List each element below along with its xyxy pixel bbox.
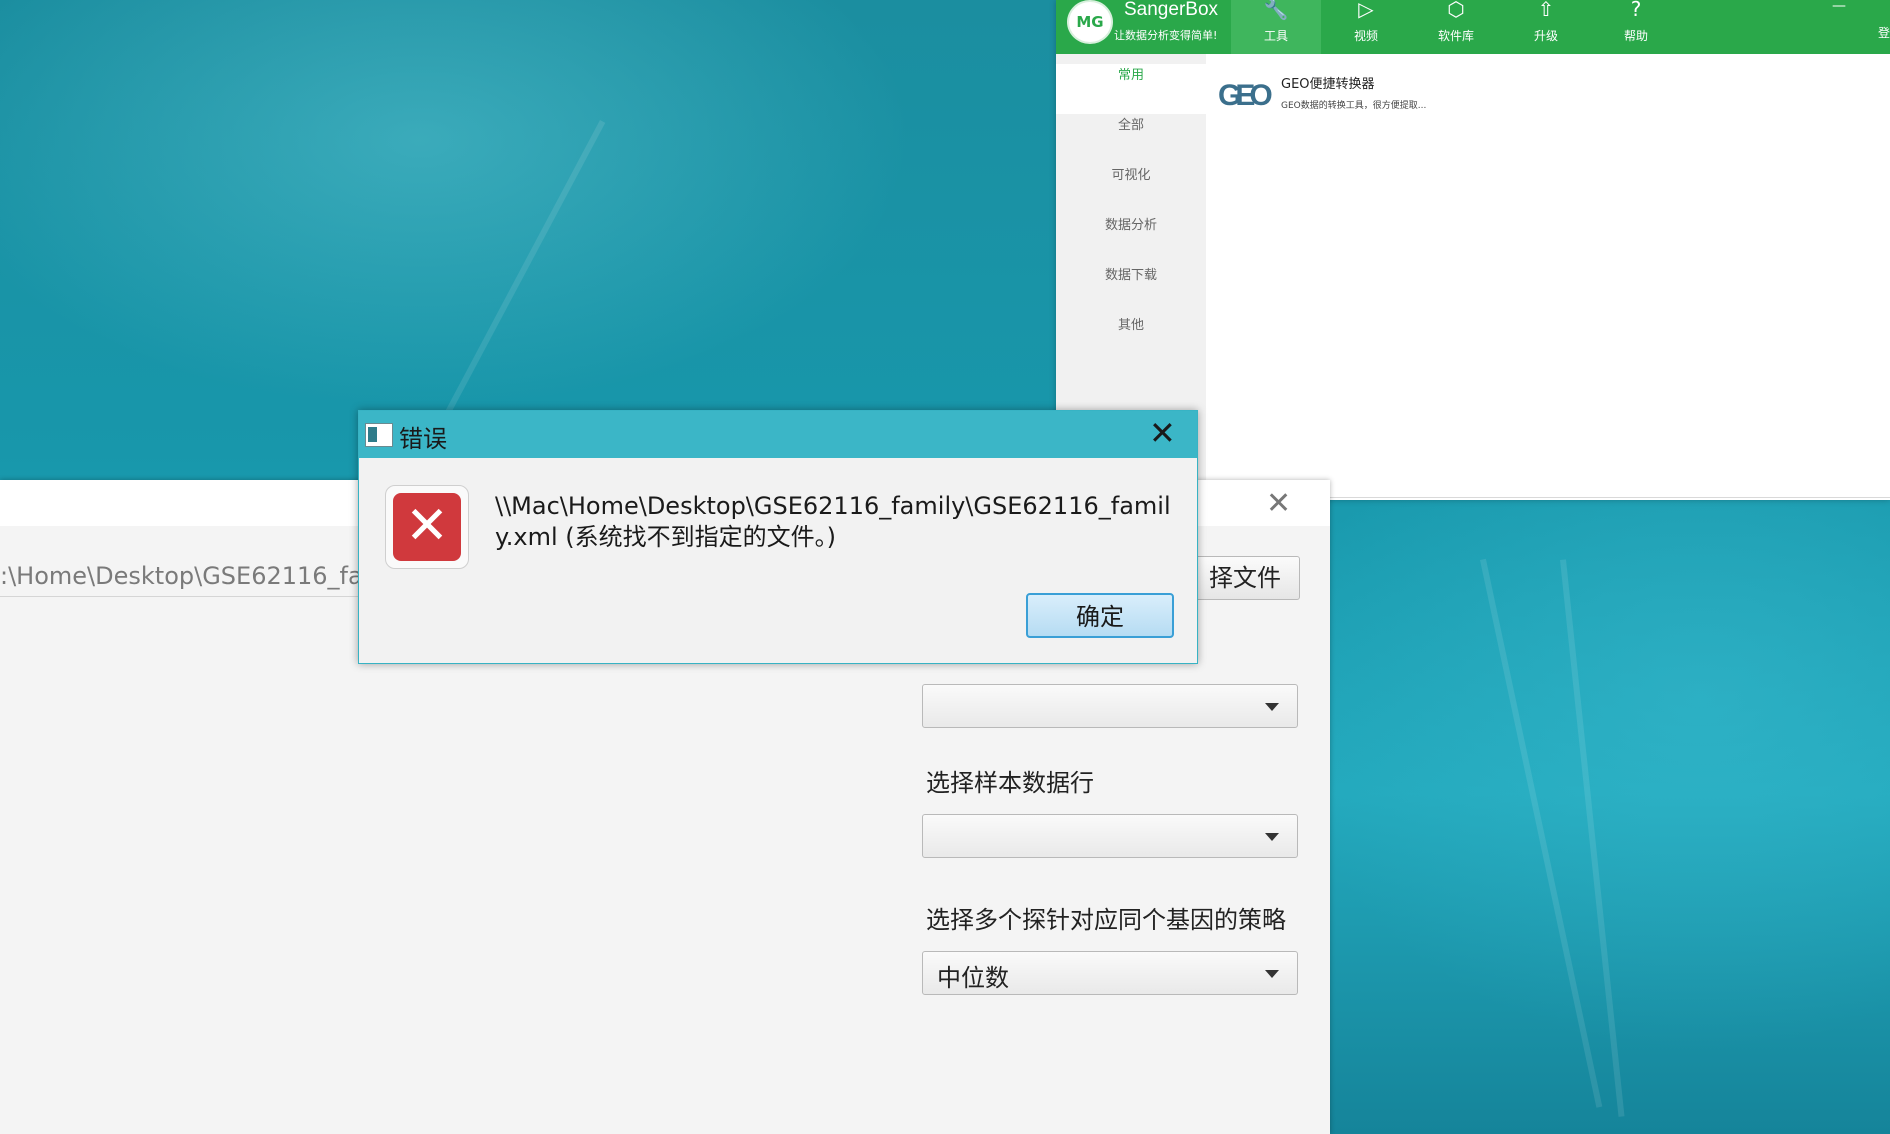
video-icon: ▷ [1358, 0, 1374, 21]
nav-label: 升级 [1533, 29, 1558, 43]
nav-video[interactable]: ▷ 视频 [1321, 0, 1411, 54]
app-name: SangerBox [1124, 0, 1219, 20]
close-icon[interactable]: ✕ [1266, 486, 1291, 521]
sample-row-select[interactable] [922, 814, 1298, 858]
dialog-titlebar: 错误 ✕ [359, 411, 1197, 458]
dialog-title: 错误 [399, 425, 447, 453]
minimize-icon[interactable]: — [1832, 0, 1846, 14]
sangerbox-header: MG SangerBox 让数据分析变得简单! 🔧 工具 ▷ 视频 ⬡ 软件库 … [1056, 0, 1890, 54]
package-icon: ⬡ [1447, 0, 1465, 21]
tool-description: GEO数据的转换工具，很方便提取... [1281, 101, 1427, 111]
platform-select[interactable] [922, 684, 1298, 728]
error-icon-frame: ✕ [385, 485, 469, 569]
sidebar-item-data-download[interactable]: 数据下载 [1056, 264, 1206, 314]
chevron-down-icon [1265, 970, 1279, 978]
ok-button[interactable]: 确定 [1026, 593, 1174, 638]
error-dialog: 错误 ✕ ✕ \\Mac\Home\Desktop\GSE62116_famil… [358, 410, 1198, 664]
nav-label: 软件库 [1437, 29, 1474, 43]
window-icon [365, 423, 393, 447]
sidebar-item-data-analysis[interactable]: 数据分析 [1056, 214, 1206, 264]
chevron-down-icon [1265, 703, 1279, 711]
nav-software-library[interactable]: ⬡ 软件库 [1411, 0, 1501, 54]
sidebar-item-other[interactable]: 其他 [1056, 314, 1206, 364]
login-link[interactable]: 登 [1878, 24, 1890, 41]
error-message: \\Mac\Home\Desktop\GSE62116_family\GSE62… [495, 492, 1171, 551]
app-slogan: 让数据分析变得简单! [1114, 29, 1218, 42]
nav-help[interactable]: ? 帮助 [1591, 0, 1681, 54]
upload-cloud-icon: ⇧ [1537, 0, 1555, 21]
light-ray [1480, 558, 1603, 1108]
geo-logo: GEO [1218, 79, 1273, 112]
choose-file-button[interactable]: 择文件 [1190, 556, 1300, 600]
tool-card-geo-converter[interactable]: GEO GEO便捷转换器 GEO数据的转换工具，很方便提取... [1218, 70, 1518, 130]
sidebar-item-all[interactable]: 全部 [1056, 114, 1206, 164]
tool-title: GEO便捷转换器 [1281, 77, 1375, 92]
nav-label: 帮助 [1623, 29, 1648, 43]
error-icon: ✕ [393, 493, 461, 561]
strategy-label: 选择多个探针对应同个基因的策略 [926, 906, 1286, 934]
sidebar-item-visualization[interactable]: 可视化 [1056, 164, 1206, 214]
nav-label: 工具 [1263, 29, 1288, 43]
nav-label: 视频 [1353, 29, 1378, 43]
select-value: 中位数 [937, 964, 1009, 992]
close-icon[interactable]: ✕ [1149, 415, 1176, 451]
chevron-down-icon [1265, 833, 1279, 841]
strategy-select[interactable]: 中位数 [922, 951, 1298, 995]
sample-row-label: 选择样本数据行 [926, 769, 1094, 797]
light-ray [421, 120, 606, 459]
nav-upgrade[interactable]: ⇧ 升级 [1501, 0, 1591, 54]
sidebar-item-common[interactable]: 常用 [1056, 64, 1206, 114]
help-icon: ? [1630, 0, 1642, 21]
light-ray [1560, 559, 1625, 1117]
file-path-field[interactable]: :\Home\Desktop\GSE62116_fan [0, 556, 420, 597]
sangerbox-logo: MG [1067, 0, 1113, 44]
nav-tools[interactable]: 🔧 工具 [1231, 0, 1321, 54]
wrench-icon: 🔧 [1263, 0, 1289, 21]
